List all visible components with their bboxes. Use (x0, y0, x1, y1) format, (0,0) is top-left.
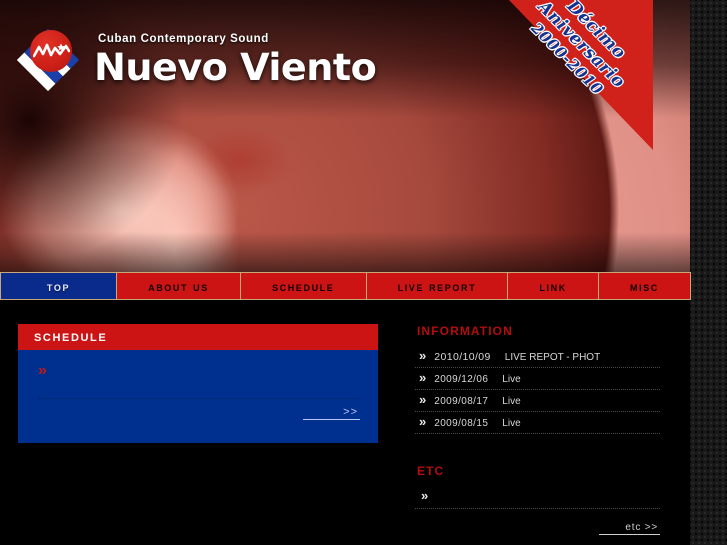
page-root: Cuban Contemporary Sound Nuevo Viento Dé… (0, 0, 727, 545)
info-item-date: 2009/08/15 (434, 418, 489, 429)
schedule-divider (38, 398, 362, 399)
double-chevron-icon: » (419, 348, 427, 363)
page-background-texture (690, 0, 727, 545)
schedule-more-link[interactable]: >> (303, 406, 360, 420)
etc-section: Etc » etc >> (415, 460, 660, 535)
anniversary-ribbon: Décimo Aniversario 2000-2010 (509, 0, 653, 150)
schedule-panel-body: » >> (18, 350, 378, 443)
etc-more-link[interactable]: etc >> (599, 522, 660, 535)
etc-title: Etc (417, 460, 445, 479)
etc-more-container: etc >> (415, 517, 660, 535)
main-navigation: Top About Us Schedule Live Report Link M… (0, 272, 692, 300)
double-chevron-icon: » (419, 414, 427, 429)
nav-item-schedule[interactable]: Schedule (239, 272, 367, 300)
nav-item-top[interactable]: Top (0, 272, 117, 300)
information-title: Information (417, 320, 513, 339)
schedule-panel: Schedule » >> (18, 324, 378, 443)
schedule-panel-title: Schedule (18, 324, 378, 350)
double-chevron-icon: » (419, 392, 427, 407)
info-item-date: 2009/12/06 (434, 374, 489, 385)
etc-entry[interactable]: » (415, 486, 660, 509)
info-item-date: 2010/10/09 (434, 351, 491, 363)
double-chevron-icon: » (419, 370, 427, 385)
list-item[interactable]: » 2009/08/17 Live (415, 390, 660, 412)
double-chevron-icon: » (421, 488, 429, 503)
info-item-label: LIVE REPOT - PHOT (504, 352, 601, 363)
info-item-label: Live (502, 396, 521, 407)
main-content: Schedule » >> Information » 2010/10/09 L… (0, 300, 690, 545)
information-section: Information » 2010/10/09 LIVE REPOT - PH… (415, 320, 660, 434)
nav-item-misc[interactable]: Misc (597, 272, 692, 300)
info-item-date: 2009/08/17 (434, 396, 489, 407)
logo-text-block: Cuban Contemporary Sound Nuevo Viento (94, 33, 377, 86)
right-column: Information » 2010/10/09 LIVE REPOT - PH… (415, 320, 660, 535)
site-logo[interactable]: Cuban Contemporary Sound Nuevo Viento (16, 26, 377, 94)
info-item-label: Live (502, 374, 521, 385)
list-item[interactable]: » 2009/12/06 Live (415, 368, 660, 390)
hero-bottom-shade (0, 232, 690, 272)
logo-tagline: Cuban Contemporary Sound (98, 33, 269, 46)
schedule-entry-text (38, 378, 364, 382)
nav-item-link[interactable]: Link (507, 272, 599, 300)
info-item-label: Live (502, 418, 521, 429)
logo-mark-icon (16, 26, 86, 94)
hero-banner: Cuban Contemporary Sound Nuevo Viento Dé… (0, 0, 690, 272)
schedule-entry[interactable]: » (38, 362, 364, 382)
list-item[interactable]: » 2009/08/15 Live (415, 412, 660, 434)
nav-item-about-us[interactable]: About Us (116, 272, 241, 300)
logo-wordmark: Nuevo Viento (94, 45, 377, 89)
double-chevron-icon: » (38, 362, 47, 379)
list-item[interactable]: » 2010/10/09 LIVE REPOT - PHOT (415, 346, 660, 368)
logo-wave-icon (33, 43, 70, 58)
nav-item-live-report[interactable]: Live Report (365, 272, 509, 300)
